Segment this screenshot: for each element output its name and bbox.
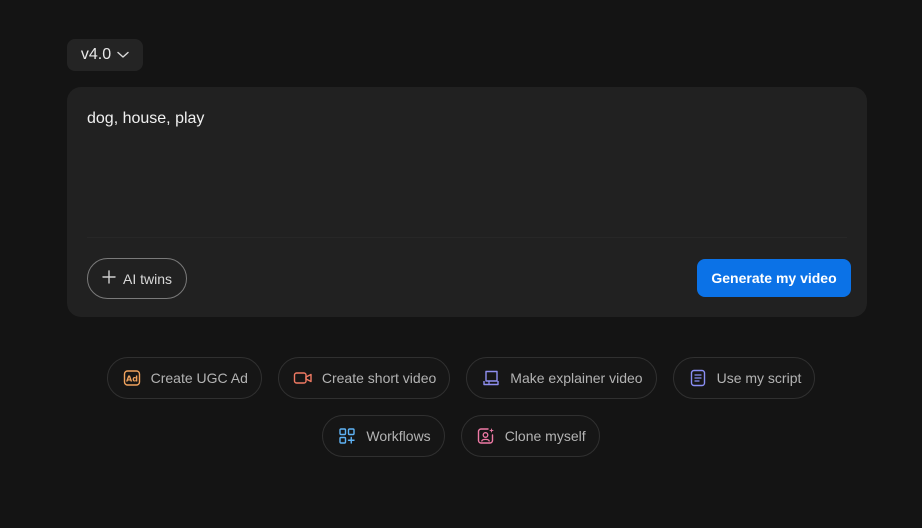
plus-icon: [102, 270, 116, 287]
create-short-video-button[interactable]: Create short video: [277, 357, 451, 399]
chip-label: Make explainer video: [510, 370, 643, 386]
clone-myself-button[interactable]: Clone myself: [460, 415, 600, 457]
chevron-down-icon: [117, 51, 129, 59]
quick-actions-row-2: Workflows Clone myself: [0, 415, 922, 457]
page: v4.0 AI twins Generate my video Ad Creat…: [0, 0, 922, 528]
create-ugc-ad-button[interactable]: Ad Create UGC Ad: [106, 357, 262, 399]
use-my-script-button[interactable]: Use my script: [672, 357, 816, 399]
ai-twins-button[interactable]: AI twins: [87, 258, 187, 299]
chip-label: Create UGC Ad: [150, 370, 248, 386]
presentation-icon: [481, 368, 501, 388]
chip-label: Clone myself: [504, 428, 586, 444]
svg-text:Ad: Ad: [126, 375, 138, 384]
video-camera-icon: [293, 368, 313, 388]
workflows-button[interactable]: Workflows: [322, 415, 445, 457]
version-label: v4.0: [80, 46, 112, 63]
workflow-grid-icon: [337, 426, 357, 446]
document-icon: [688, 368, 708, 388]
chip-label: Use my script: [716, 370, 802, 386]
chip-label: Workflows: [366, 428, 431, 444]
prompt-composer: AI twins Generate my video: [67, 87, 867, 317]
ai-twins-label: AI twins: [122, 270, 172, 287]
chip-label: Create short video: [321, 370, 437, 386]
composer-divider: [87, 237, 847, 238]
make-explainer-video-button[interactable]: Make explainer video: [466, 357, 657, 399]
ad-icon: Ad: [122, 368, 142, 388]
clone-user-icon: [476, 426, 496, 446]
version-selector[interactable]: v4.0: [67, 39, 143, 71]
generate-video-button[interactable]: Generate my video: [697, 259, 851, 297]
prompt-input[interactable]: [87, 109, 847, 229]
quick-actions-row-1: Ad Create UGC Ad Create short video Make…: [0, 357, 922, 399]
